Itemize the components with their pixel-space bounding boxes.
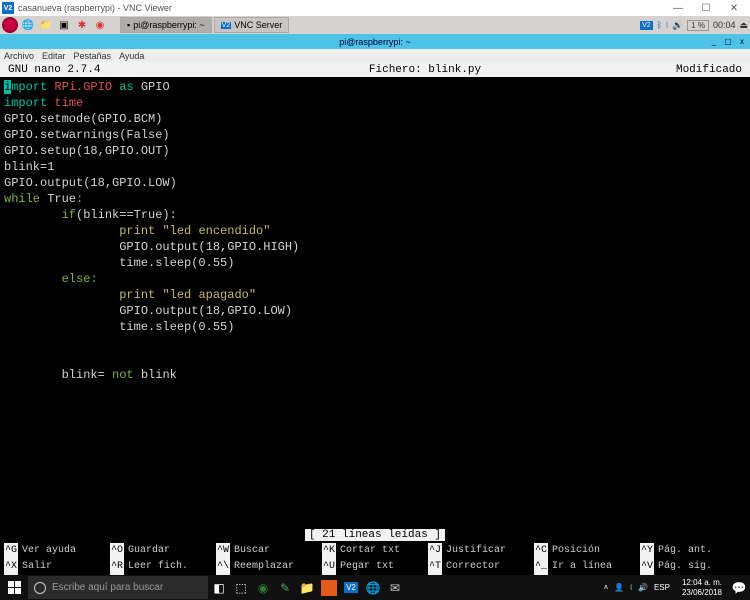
- bluetooth-icon[interactable]: ᛒ: [657, 20, 662, 30]
- mathematica-icon[interactable]: ✱: [74, 17, 90, 33]
- wolfram-icon[interactable]: ◉: [92, 17, 108, 33]
- nano-filename: Fichero: blink.py: [208, 62, 642, 78]
- minimize-button[interactable]: —: [664, 0, 692, 16]
- xbox-icon[interactable]: ◉: [252, 575, 274, 600]
- task-view-icon[interactable]: ◧: [208, 575, 230, 600]
- tray-people-icon[interactable]: 👤: [614, 583, 624, 592]
- windows-taskbar: Escribe aquí para buscar ◧ ⬚ ◉ ✎ 📁 V2 🌐 …: [0, 575, 750, 600]
- start-button[interactable]: [0, 575, 28, 600]
- file-explorer-icon[interactable]: 📁: [296, 575, 318, 600]
- lxde-panel: 🌐 📁 ▣ ✱ ◉ ▪ pi@raspberrypi: ~ V2 VNC Ser…: [0, 16, 750, 34]
- windows-titlebar: V2 casanueva (raspberrypi) - VNC Viewer …: [0, 0, 750, 16]
- menu-pestanas[interactable]: Pestañas: [74, 51, 112, 61]
- menu-editar[interactable]: Editar: [42, 51, 66, 61]
- terminal-menubar: Archivo Editar Pestañas Ayuda: [0, 49, 750, 62]
- evernote-icon[interactable]: ✎: [274, 575, 296, 600]
- nano-shortcuts: ^GVer ayuda ^OGuardar ^WBuscar ^KCortar …: [0, 543, 750, 575]
- terminal-small-icon: ▪: [127, 20, 130, 30]
- menu-ayuda[interactable]: Ayuda: [119, 51, 144, 61]
- tray-lang-icon[interactable]: ESP: [654, 583, 670, 592]
- terminal-title-text: pi@raspberrypi: ~: [339, 37, 410, 47]
- nano-modified-indicator: Modificado: [642, 62, 742, 78]
- menu-archivo[interactable]: Archivo: [4, 51, 34, 61]
- vnc-small-icon: V2: [221, 22, 232, 29]
- window-title: casanueva (raspberrypi) - VNC Viewer: [18, 3, 172, 13]
- file-manager-icon[interactable]: 📁: [38, 17, 54, 33]
- close-button[interactable]: ✕: [720, 0, 748, 16]
- task-button-terminal[interactable]: ▪ pi@raspberrypi: ~: [120, 17, 212, 33]
- search-box[interactable]: Escribe aquí para buscar: [28, 576, 208, 599]
- volume-icon[interactable]: 🔊: [672, 20, 683, 31]
- vnc-viewer-taskbar-icon[interactable]: V2: [340, 575, 362, 600]
- maximize-button[interactable]: ☐: [692, 0, 720, 16]
- vnc-viewport: 🌐 📁 ▣ ✱ ◉ ▪ pi@raspberrypi: ~ V2 VNC Ser…: [0, 16, 750, 575]
- task-button-vnc-server[interactable]: V2 VNC Server: [214, 17, 290, 33]
- cpu-usage: 1 %: [687, 20, 709, 31]
- terminal-window-controls: _ ▢ x: [708, 36, 748, 48]
- terminal-titlebar: pi@raspberrypi: ~ _ ▢ x: [0, 34, 750, 49]
- terminal-maximize-button[interactable]: ▢: [722, 36, 734, 48]
- window-controls: — ☐ ✕: [664, 0, 748, 16]
- terminal-minimize-button[interactable]: _: [708, 36, 720, 48]
- nano-editor[interactable]: GNU nano 2.7.4 Fichero: blink.py Modific…: [0, 62, 750, 575]
- vnc-logo-icon: V2: [2, 2, 14, 14]
- nano-header: GNU nano 2.7.4 Fichero: blink.py Modific…: [0, 62, 750, 77]
- tray-vnc-icon[interactable]: V2: [640, 21, 653, 30]
- mail-icon[interactable]: ✉: [384, 575, 406, 600]
- terminal-close-button[interactable]: x: [736, 36, 748, 48]
- tray-volume-icon[interactable]: 🔊: [638, 583, 648, 592]
- chrome-icon[interactable]: 🌐: [362, 575, 384, 600]
- nano-version: GNU nano 2.7.4: [8, 62, 208, 78]
- panel-clock: 00:04: [713, 20, 736, 30]
- search-placeholder: Escribe aquí para buscar: [52, 582, 163, 593]
- web-browser-icon[interactable]: 🌐: [20, 17, 36, 33]
- taskbar-clock[interactable]: 12:04 a. m. 23/06/2018: [676, 578, 728, 598]
- eject-icon[interactable]: ⏏: [739, 20, 748, 31]
- windows-systray: ˄ 👤 ⧙ 🔊 ESP: [598, 583, 676, 593]
- dropbox-icon[interactable]: ⬚: [230, 575, 252, 600]
- tray-wifi-icon[interactable]: ⧙: [630, 583, 632, 593]
- notifications-icon[interactable]: 💬: [728, 575, 750, 600]
- system-tray: V2 ᛒ ⧙ 🔊 1 % 00:04 ⏏: [640, 20, 748, 31]
- wifi-icon[interactable]: ⧙: [666, 20, 668, 31]
- terminal-icon[interactable]: ▣: [56, 17, 72, 33]
- nano-status-line: [ 21 líneas leídas ]: [0, 526, 750, 543]
- cortana-icon: [34, 582, 46, 594]
- tray-up-arrow-icon[interactable]: ˄: [604, 583, 609, 592]
- raspberry-menu-icon[interactable]: [2, 17, 18, 33]
- app-icon-orange[interactable]: [321, 580, 337, 596]
- nano-code-area[interactable]: import RPi.GPIO as GPIO import time GPIO…: [0, 77, 750, 385]
